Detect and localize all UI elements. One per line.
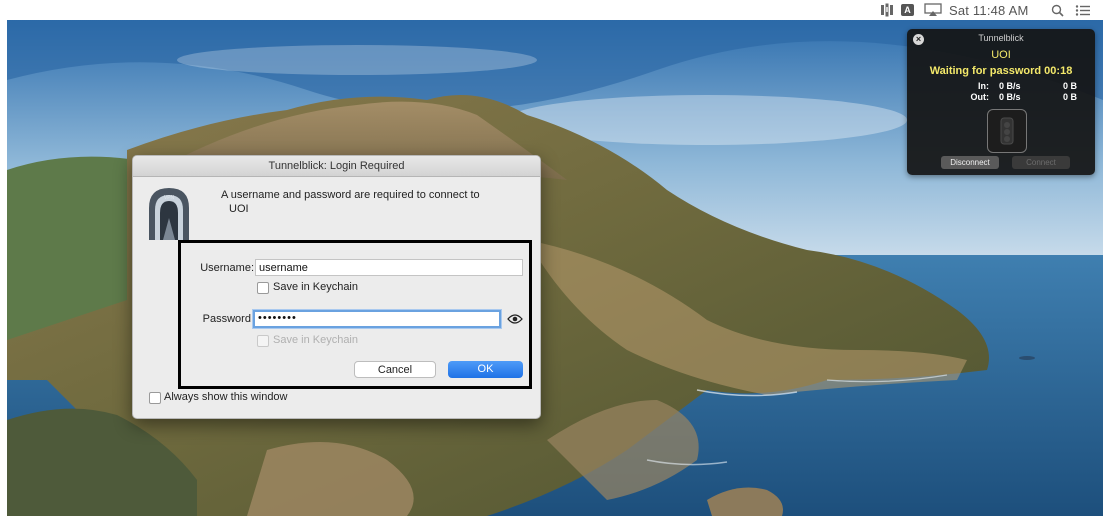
airplay-icon[interactable] (924, 0, 942, 20)
always-show-label: Always show this window (164, 391, 288, 403)
save-password-checkbox[interactable] (257, 335, 269, 347)
clock-text: Sat 11:48 AM (949, 2, 1029, 18)
save-username-checkbox[interactable] (257, 282, 269, 294)
menubar-clock[interactable]: Sat 11:48 AM (949, 0, 1029, 20)
dialog-titlebar[interactable]: Tunnelblick: Login Required (133, 156, 540, 177)
eye-icon[interactable] (507, 312, 523, 324)
tunnelblick-app-icon: VPN (147, 186, 191, 240)
in-rate: 0 B/s (999, 81, 1021, 91)
connection-light-icon (987, 109, 1027, 153)
dialog-config-name: UOI (229, 203, 249, 215)
password-label: Password: (202, 313, 254, 325)
cancel-button[interactable]: Cancel (354, 361, 436, 378)
vpn-badge: VPN (164, 195, 175, 201)
connection-state: Waiting for password 00:18 (929, 65, 1073, 77)
out-label: Out: (970, 92, 990, 102)
save-username-label: Save in Keychain (273, 281, 358, 293)
dialog-title: Tunnelblick: Login Required (268, 160, 405, 172)
username-label: Username: (200, 262, 254, 274)
vpn-status-window: × Tunnelblick UOI Waiting for password 0… (907, 29, 1095, 175)
login-dialog: Tunnelblick: Login Required VPN A userna… (132, 155, 541, 419)
keyboard-letter: A (901, 4, 914, 16)
password-field[interactable]: •••••••• (253, 310, 501, 328)
ok-button[interactable]: OK (448, 361, 523, 378)
disconnect-button[interactable]: Disconnect (941, 156, 999, 169)
status-window-title: Tunnelblick (978, 33, 1024, 43)
tunnelblick-menu-icon[interactable] (880, 0, 894, 20)
out-rate: 0 B/s (999, 92, 1021, 102)
dialog-message: A username and password are required to … (221, 189, 480, 201)
in-total: 0 B (1063, 81, 1078, 91)
menu-bar: A Sat 11:48 AM (0, 0, 1103, 20)
out-total: 0 B (1063, 92, 1078, 102)
always-show-checkbox[interactable] (149, 392, 161, 404)
connect-button[interactable]: Connect (1012, 156, 1070, 169)
search-icon[interactable] (1051, 0, 1064, 20)
keyboard-a-icon[interactable]: A (901, 0, 914, 20)
save-password-label: Save in Keychain (273, 334, 358, 346)
status-config-name: UOI (991, 49, 1011, 61)
in-label: In: (978, 81, 989, 91)
control-center-icon[interactable] (1075, 0, 1091, 20)
username-field[interactable] (255, 259, 523, 276)
